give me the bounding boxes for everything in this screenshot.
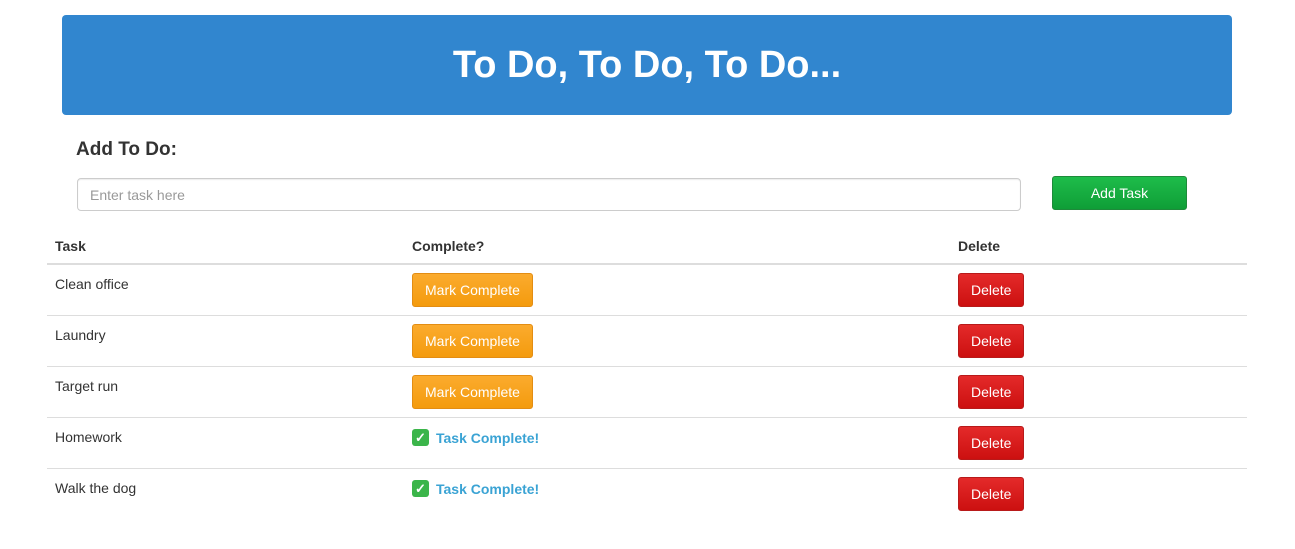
task-name: Target run — [55, 378, 119, 394]
mark-complete-button[interactable]: Mark Complete — [412, 375, 533, 409]
complete-cell: Mark Complete — [404, 315, 950, 367]
task-complete-label: Task Complete! — [436, 480, 540, 497]
header-banner: To Do, To Do, To Do... — [62, 15, 1232, 115]
column-header-complete: Complete? — [404, 228, 950, 265]
task-name: Homework — [55, 429, 122, 445]
check-icon: ✓ — [412, 429, 429, 446]
table-row: Target run Mark Complete Delete — [47, 366, 1247, 418]
delete-button[interactable]: Delete — [958, 477, 1025, 511]
task-list: Clean office Mark Complete Delete Laundry Ma… — [47, 264, 1247, 519]
delete-cell: Delete — [950, 417, 1247, 469]
delete-button[interactable]: Delete — [958, 426, 1025, 460]
add-todo-label: Add To Do: — [76, 139, 177, 160]
task-name: Clean office — [55, 276, 129, 292]
mark-complete-button[interactable]: Mark Complete — [412, 324, 533, 358]
task-table: Task Complete? Delete Clean office Mark C… — [47, 228, 1247, 519]
complete-cell: ✓ Task Complete! — [404, 468, 950, 519]
task-cell: Homework — [47, 417, 404, 469]
task-cell: Clean office — [47, 264, 404, 316]
complete-cell: Mark Complete — [404, 366, 950, 418]
task-input[interactable] — [77, 178, 1021, 211]
delete-cell: Delete — [950, 468, 1247, 519]
delete-cell: Delete — [950, 315, 1247, 367]
mark-complete-button[interactable]: Mark Complete — [412, 273, 533, 307]
delete-cell: Delete — [950, 366, 1247, 418]
column-header-task: Task — [47, 228, 404, 265]
task-cell: Walk the dog — [47, 468, 404, 519]
table-row: Laundry Mark Complete Delete — [47, 315, 1247, 367]
table-row: Homework ✓ Task Complete! Delete — [47, 417, 1247, 469]
task-complete-status: ✓ Task Complete! — [412, 477, 539, 497]
delete-cell: Delete — [950, 264, 1247, 316]
table-row: Clean office Mark Complete Delete — [47, 264, 1247, 316]
task-name: Laundry — [55, 327, 106, 343]
delete-button[interactable]: Delete — [958, 273, 1025, 307]
task-cell: Laundry — [47, 315, 404, 367]
complete-cell: ✓ Task Complete! — [404, 417, 950, 469]
task-complete-label: Task Complete! — [436, 429, 540, 446]
add-task-button[interactable]: Add Task — [1052, 176, 1187, 210]
task-name: Walk the dog — [55, 480, 137, 496]
task-cell: Target run — [47, 366, 404, 418]
page-title: To Do, To Do, To Do... — [452, 43, 842, 86]
column-header-delete: Delete — [950, 228, 1247, 265]
check-icon: ✓ — [412, 480, 429, 497]
table-row: Walk the dog ✓ Task Complete! Delete — [47, 468, 1247, 519]
task-complete-status: ✓ Task Complete! — [412, 426, 539, 446]
delete-button[interactable]: Delete — [958, 324, 1025, 358]
table-header-row: Task Complete? Delete — [47, 228, 1247, 265]
complete-cell: Mark Complete — [404, 264, 950, 316]
delete-button[interactable]: Delete — [958, 375, 1025, 409]
